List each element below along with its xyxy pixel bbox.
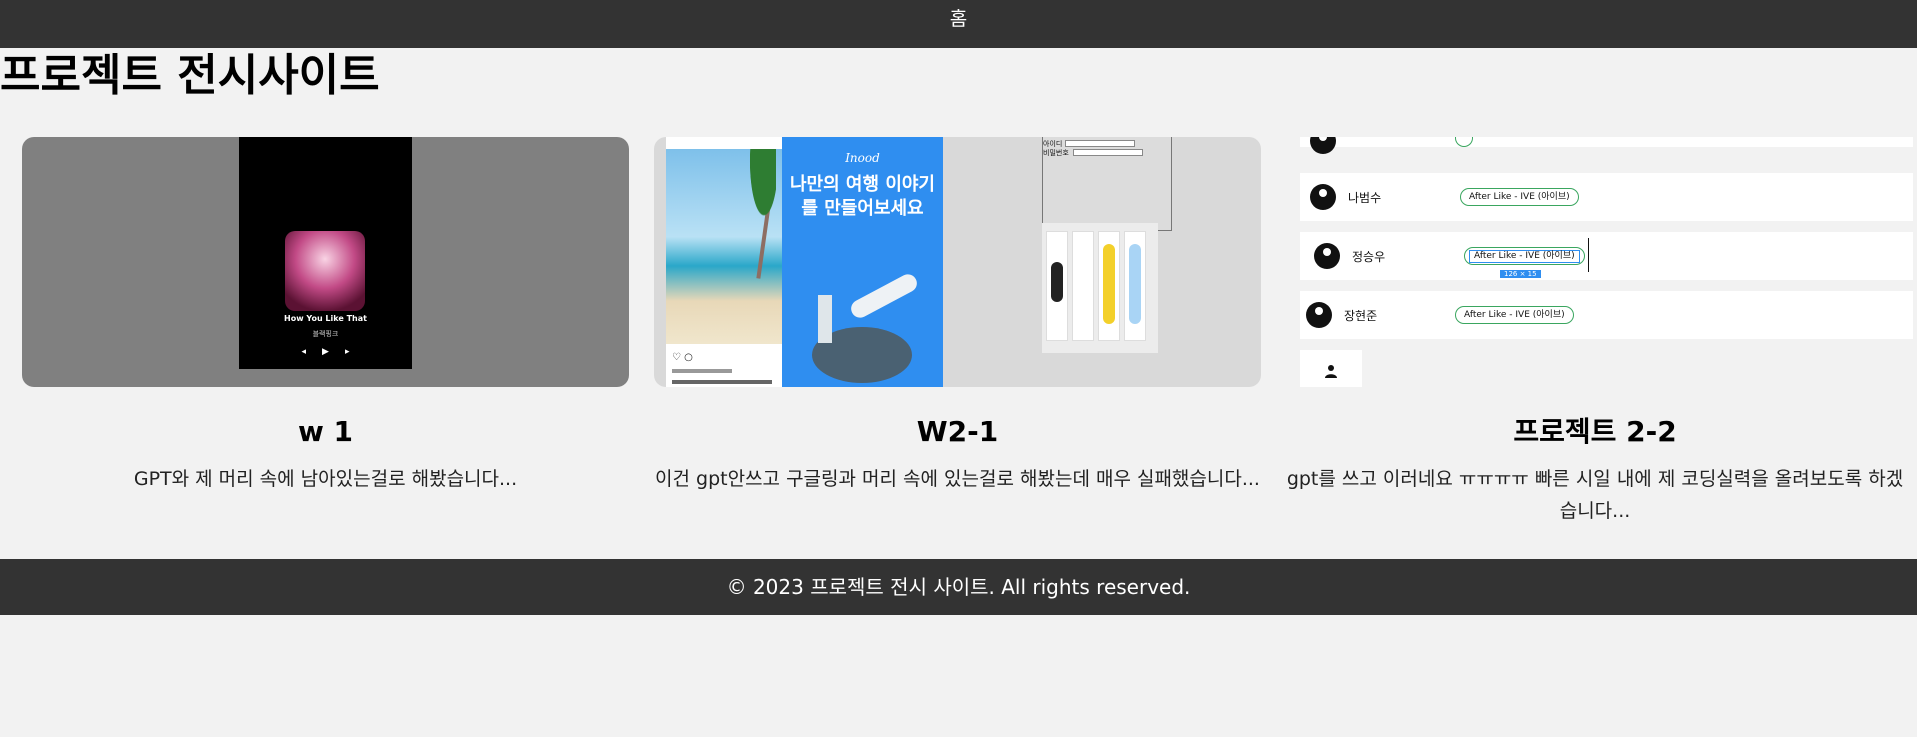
travel-poster: Inood 나만의 여행 이야기를 만들어보세요 (782, 137, 943, 387)
project-description: gpt를 쓰고 이러네요 ㅠㅠㅠㅠ 빠른 시일 내에 제 코딩실력을 올려보도록… (1286, 468, 1904, 522)
password-input-preview (1073, 149, 1143, 156)
list-item: 나범수 After Like - IVE (아이브) (1300, 173, 1913, 221)
song-artist: 블랙핑크 (312, 330, 339, 338)
password-label: 비밀번호 (1043, 149, 1069, 157)
user-avatar-icon (1310, 184, 1336, 210)
project-card-1[interactable]: How You Like That 블랙핑크 ◂▶▸ w 1 GPT와 제 머리… (22, 137, 629, 495)
id-input-preview (1065, 140, 1135, 147)
beach-image (666, 149, 782, 344)
control-tower-illustration (818, 295, 832, 343)
user-name: 나범수 (1348, 191, 1382, 205)
user-avatar-icon (1306, 302, 1332, 328)
project-title[interactable]: W2-1 (654, 414, 1261, 450)
song-tag-selected: After Like - IVE (아이브) (1464, 247, 1585, 265)
poster-brand: Inood (845, 151, 880, 165)
user-avatar-icon (1310, 137, 1336, 154)
song-tag: After Like - IVE (아이브) (1455, 306, 1574, 324)
list-item: 정승우 After Like - IVE (아이브) 126 × 15 (1300, 232, 1913, 280)
heart-icon: ♡ ○ (672, 352, 693, 363)
nav-home-link[interactable]: 홈 (950, 0, 967, 38)
project-description: 이건 gpt안쓰고 구글링과 머리 속에 있는걸로 해봤는데 매우 실패했습니다… (655, 468, 1260, 490)
project-description: GPT와 제 머리 속에 남아있는걸로 해봤습니다... (133, 468, 518, 490)
slider-widget-preview (1042, 223, 1158, 353)
list-item (1300, 137, 1913, 154)
user-avatar-icon (1314, 243, 1340, 269)
player-controls: ◂▶▸ (301, 347, 366, 357)
project-thumbnail[interactable]: 나범수 After Like - IVE (아이브) 정승우 After Lik… (1300, 137, 1913, 387)
project-card-2[interactable]: ♡ ○ Inood 나만의 여행 이야기를 만들어보세요 아이디 비밀번호 W2… (654, 137, 1261, 495)
login-form-preview: 아이디 비밀번호 (1042, 137, 1172, 231)
project-thumbnail[interactable]: How You Like That 블랙핑크 ◂▶▸ (22, 137, 629, 387)
song-title: How You Like That (284, 314, 367, 323)
song-tag: After Like - IVE (아이브) (1460, 188, 1579, 206)
list-item: 장현준 After Like - IVE (아이브) (1300, 291, 1913, 339)
airplane-icon (847, 271, 921, 321)
page-title: 프로젝트 전시사이트 (0, 50, 380, 101)
size-tooltip: 126 × 15 (1500, 270, 1541, 278)
footer: © 2023 프로젝트 전시 사이트. All rights reserved. (0, 559, 1917, 615)
user-name: 정승우 (1352, 250, 1386, 264)
project-thumbnail[interactable]: ♡ ○ Inood 나만의 여행 이야기를 만들어보세요 아이디 비밀번호 (654, 137, 1261, 387)
top-nav: 홈 (0, 0, 1917, 48)
user-name: 장현준 (1344, 309, 1378, 323)
profile-card-preview (1300, 350, 1362, 387)
album-art (285, 231, 365, 311)
person-icon (1325, 365, 1337, 378)
text-caret (1588, 238, 1589, 272)
project-card-3[interactable]: 나범수 After Like - IVE (아이브) 정승우 After Lik… (1280, 137, 1913, 527)
instagram-preview: ♡ ○ (666, 137, 782, 387)
project-title[interactable]: 프로젝트 2-2 (1280, 414, 1910, 450)
project-title[interactable]: w 1 (22, 414, 629, 450)
music-player-preview: How You Like That 블랙핑크 ◂▶▸ (239, 137, 412, 369)
poster-slogan: 나만의 여행 이야기를 만들어보세요 (789, 174, 935, 219)
